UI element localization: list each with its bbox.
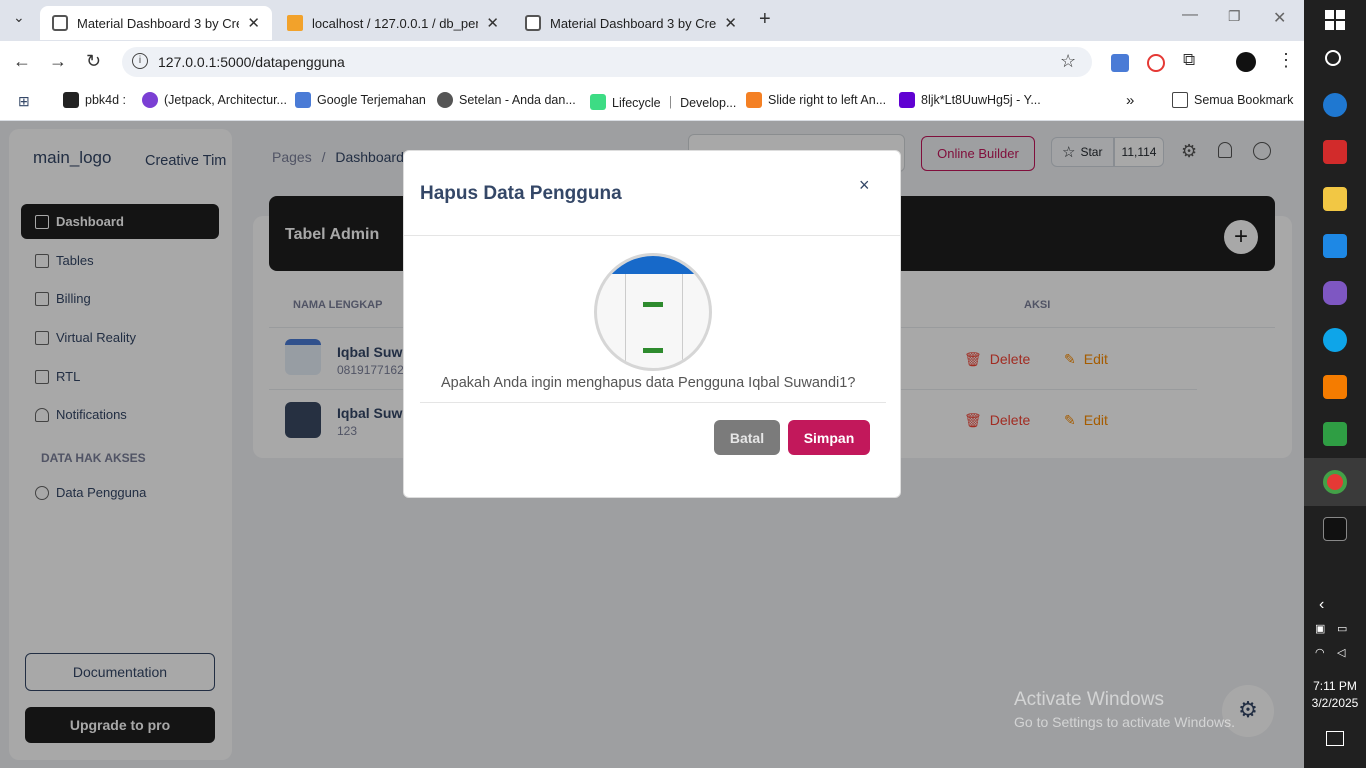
bookmark-item[interactable]: Google Terjemahan [295,92,426,108]
battery-icon[interactable]: ▭ [1337,622,1347,635]
photo-grid [625,274,683,368]
photo-header-band [597,256,709,274]
bookmark-label: Google Terjemahan [317,93,426,107]
search-icon[interactable] [1325,50,1341,66]
yahoo-icon [899,92,915,108]
modal-close-icon[interactable]: × [859,175,870,196]
clock-date[interactable]: 3/2/2025 [1304,696,1366,710]
bookmark-label: Semua Bookmark [1194,93,1294,107]
volume-icon[interactable]: ◁ [1337,646,1345,659]
bookmark-label: (Jetpack, Architectur... [164,93,287,107]
phpmyadmin-favicon-icon [287,15,303,31]
chrome-icon[interactable] [1323,470,1347,494]
site-info-icon[interactable]: i [132,53,148,69]
vscode-icon[interactable] [1323,234,1347,258]
windows-taskbar: ‹ ▣ ▭ ◠ ◁ 7:11 PM 3/2/2025 [1304,0,1366,768]
app-icon[interactable] [1323,93,1347,117]
photo-green-bar [643,302,663,307]
edge-icon[interactable] [1323,328,1347,352]
bookmark-label: 8ljk*Lt8UuwHg5j - Y... [921,93,1041,107]
page-content: main_logo Creative Tim Dashboard Tables … [0,121,1304,768]
bookmark-label: pbk4d : [85,93,127,107]
minimize-icon[interactable]: — [1182,6,1198,24]
notification-center-icon[interactable] [1326,731,1344,746]
clock-time[interactable]: 7:11 PM [1304,679,1366,693]
android-icon [590,93,606,110]
url-text: 127.0.0.1:5000/datapengguna [158,54,345,70]
extensions-puzzle-icon[interactable]: ⧉ [1183,50,1195,70]
tab-close-icon[interactable]: ✕ [247,14,260,32]
xampp-icon[interactable] [1323,375,1347,399]
tab-title: localhost / 127.0.0.1 / db_peme [312,15,479,31]
bookmark-star-icon[interactable]: ☆ [1060,51,1076,72]
new-tab-plus-icon[interactable]: + [759,8,771,31]
tab-search-chevron-icon[interactable]: ⌄ [13,9,25,26]
meet-now-icon[interactable]: ▣ [1315,622,1325,635]
bookmark-item[interactable]: Setelan - Anda dan... [437,92,576,108]
address-bar-row: ← → ↻ i 127.0.0.1:5000/datapengguna ☆ ⧉ … [0,41,1304,83]
browser-tab-1[interactable]: Material Dashboard 3 by Creati ✕ [40,6,272,40]
app-icon[interactable] [1323,422,1347,446]
browser-tab-3[interactable]: Material Dashboard 3 by Creati ✕ [513,6,749,40]
bookmark-item[interactable]: (Jetpack, Architectur... [142,92,287,108]
user-photo [594,253,712,371]
divider [420,402,886,403]
app-icon[interactable] [1323,140,1347,164]
bookmark-favicon-icon [295,92,311,108]
bookmark-favicon-icon [142,92,158,108]
chevron-left-icon[interactable]: ‹ [1319,596,1324,614]
tab-close-icon[interactable]: ✕ [486,14,499,32]
photo-green-bar [643,348,663,353]
browser-tab-bar: ⌄ Material Dashboard 3 by Creati ✕ local… [0,0,1304,41]
extension-red-icon[interactable] [1147,54,1165,72]
tab-title: Material Dashboard 3 by Creati [77,15,240,31]
bookmark-favicon-icon [63,92,79,108]
windows-start-icon[interactable] [1325,10,1345,30]
activate-windows-title: Activate Windows [1014,689,1164,710]
bookmark-item[interactable]: 8ljk*Lt8UuwHg5j - Y... [899,92,1041,108]
url-input[interactable]: i 127.0.0.1:5000/datapengguna ☆ [122,47,1092,77]
bookmark-label: Lifecycle ｜ Develop... [612,96,737,110]
all-bookmarks-folder[interactable]: Semua Bookmark [1172,92,1293,108]
divider [404,235,900,236]
dashboard-favicon-icon [525,15,541,31]
tab-title: Material Dashboard 3 by Creati [550,15,717,31]
more-menu-icon[interactable]: ⋮ [1277,50,1295,71]
settings-gear-icon [437,92,453,108]
browser-tab-2[interactable]: localhost / 127.0.0.1 / db_peme ✕ [275,6,511,40]
bookmark-item[interactable]: Slide right to left An... [746,92,886,108]
bookmark-item[interactable]: pbk4d : [63,92,126,108]
delete-user-modal: Hapus Data Pengguna × Apakah Anda ingin … [403,150,901,498]
file-explorer-icon[interactable] [1323,187,1347,211]
activate-windows-subtitle: Go to Settings to activate Windows. [1014,714,1235,730]
cancel-button[interactable]: Batal [714,420,780,455]
forward-arrow-icon[interactable]: → [49,51,67,72]
modal-message: Apakah Anda ingin menghapus data Penggun… [441,375,856,391]
wifi-icon[interactable]: ◠ [1315,646,1325,659]
apps-grid-icon[interactable]: ⊞ [18,93,34,109]
more-bookmarks-chevron-icon[interactable]: » [1126,92,1134,109]
back-arrow-icon[interactable]: ← [13,51,31,72]
bookmarks-bar: ⊞ pbk4d : (Jetpack, Architectur... Googl… [0,83,1304,121]
terminal-icon[interactable] [1323,517,1347,541]
bookmark-label: Slide right to left An... [768,93,887,107]
window-close-icon[interactable]: ✕ [1273,8,1286,28]
stackoverflow-icon [746,92,762,108]
save-button[interactable]: Simpan [788,420,870,455]
folder-icon [1172,92,1188,108]
profile-avatar[interactable] [1236,52,1256,72]
bookmark-item[interactable]: Lifecycle ｜ Develop... [590,92,736,111]
dashboard-favicon-icon [52,15,68,31]
copilot-icon[interactable] [1323,281,1347,305]
reload-icon[interactable]: ↻ [86,51,101,72]
tab-close-icon[interactable]: ✕ [724,14,737,32]
translate-extension-icon[interactable] [1111,54,1129,72]
restore-icon[interactable]: ❐ [1228,8,1241,25]
modal-title: Hapus Data Pengguna [420,183,622,204]
bookmark-label: Setelan - Anda dan... [459,93,576,107]
